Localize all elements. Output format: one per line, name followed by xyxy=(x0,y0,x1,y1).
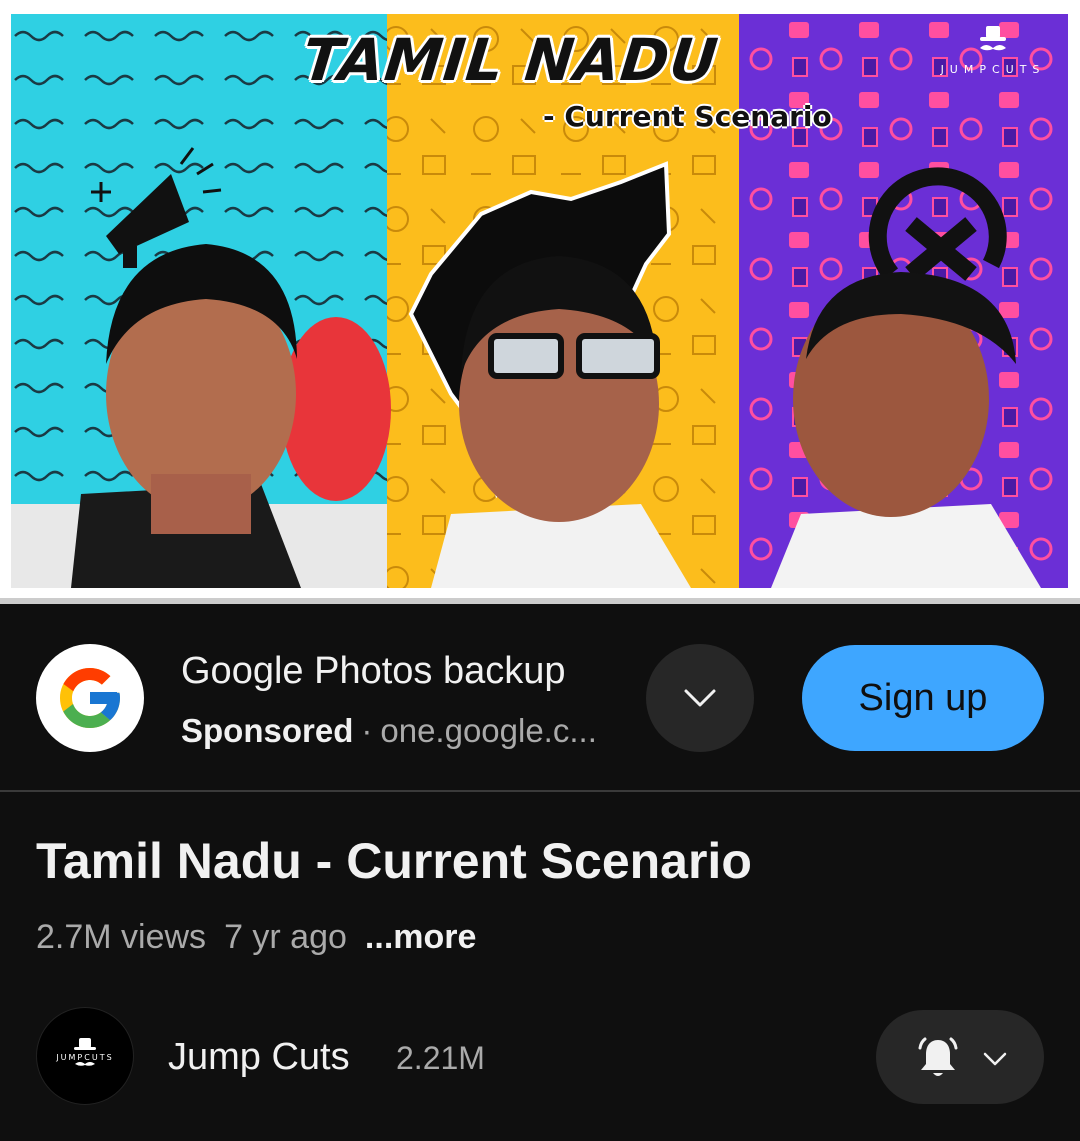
google-g-logo-icon xyxy=(60,668,120,728)
thumbnail-artwork xyxy=(11,14,1068,588)
watermark-text: JUMPCUTS xyxy=(940,63,1046,76)
channel-logo: JUMPCUTS xyxy=(55,1038,113,1066)
video-thumbnail[interactable]: TAMIL NADU - Current Scenario JUMPCUTS xyxy=(11,14,1068,588)
sign-up-button[interactable]: Sign up xyxy=(802,645,1044,751)
video-meta[interactable]: 2.7M views 7 yr ago ...more xyxy=(36,918,494,957)
progress-bar[interactable] xyxy=(0,598,1080,604)
channel-watermark: JUMPCUTS xyxy=(923,26,1063,76)
video-title[interactable]: Tamil Nadu - Current Scenario xyxy=(36,832,752,890)
hat-mustache-icon xyxy=(980,26,1006,51)
channel-name[interactable]: Jump Cuts xyxy=(168,1036,350,1079)
thumbnail-subtitle: - Current Scenario xyxy=(543,100,832,133)
subscriber-count: 2.21M xyxy=(396,1040,485,1076)
thumbnail-title: TAMIL NADU xyxy=(299,26,722,94)
more-link[interactable]: ...more xyxy=(365,918,476,956)
video-player[interactable]: TAMIL NADU - Current Scenario JUMPCUTS xyxy=(0,0,1080,604)
ad-url[interactable]: one.google.c... xyxy=(380,712,597,749)
chevron-down-icon xyxy=(684,689,716,707)
advertiser-logo[interactable] xyxy=(36,644,144,752)
chevron-down-icon xyxy=(983,1052,1007,1066)
svg-text:JUMPCUTS: JUMPCUTS xyxy=(55,1053,113,1062)
ad-meta: Sponsored · one.google.c... xyxy=(181,712,631,750)
bell-icon xyxy=(918,1037,958,1076)
subscribed-notification-button[interactable] xyxy=(876,1010,1044,1104)
view-count: 2.7M views xyxy=(36,918,207,956)
sponsored-label: Sponsored xyxy=(181,712,354,749)
upload-age: 7 yr ago xyxy=(224,918,347,956)
channel-avatar[interactable]: JUMPCUTS xyxy=(36,1007,134,1105)
meta-separator: · xyxy=(361,712,373,749)
divider xyxy=(0,790,1080,792)
ad-title[interactable]: Google Photos backup xyxy=(181,650,566,693)
ad-expand-button[interactable] xyxy=(646,644,754,752)
